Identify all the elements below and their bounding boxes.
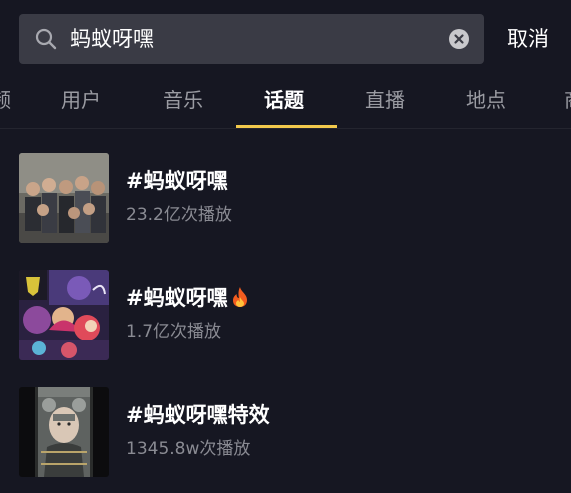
topic-thumbnail — [19, 153, 109, 243]
tab-products[interactable]: 商 — [564, 86, 571, 114]
tab-video[interactable]: 频 — [0, 86, 11, 114]
search-icon — [35, 28, 57, 50]
search-query-text[interactable]: 蚂蚁呀嘿 — [70, 25, 154, 53]
category-tabs: 频 用户 音乐 话题 直播 地点 商 — [0, 78, 571, 128]
search-results-page: 蚂蚁呀嘿 取消 频 用户 音乐 话题 直播 地点 商 — [0, 0, 571, 493]
tab-live[interactable]: 直播 — [365, 86, 405, 114]
tab-users[interactable]: 用户 — [61, 86, 101, 114]
topic-result-item[interactable]: #蚂蚁呀嘿特效 1345.8w次播放 — [19, 387, 559, 479]
topic-result-item[interactable]: #蚂蚁呀嘿 1.7亿次播放 — [19, 270, 559, 362]
tab-topics[interactable]: 话题 — [264, 86, 304, 114]
topic-play-count: 1345.8w次播放 — [126, 439, 251, 459]
fire-icon — [230, 286, 250, 308]
tab-music[interactable]: 音乐 — [163, 86, 203, 114]
cancel-button[interactable]: 取消 — [507, 25, 549, 53]
tab-places[interactable]: 地点 — [466, 86, 506, 114]
topic-play-count: 1.7亿次播放 — [126, 322, 222, 342]
topic-result-item[interactable]: #蚂蚁呀嘿 23.2亿次播放 — [19, 153, 559, 245]
topic-title: #蚂蚁呀嘿特效 — [126, 403, 270, 427]
topic-play-count: 23.2亿次播放 — [126, 205, 232, 225]
search-input[interactable]: 蚂蚁呀嘿 — [19, 14, 484, 64]
close-icon — [454, 34, 464, 44]
divider — [0, 128, 571, 129]
clear-search-button[interactable] — [449, 29, 469, 49]
topic-title: #蚂蚁呀嘿 — [126, 169, 228, 193]
topic-thumbnail — [19, 387, 109, 477]
search-header: 蚂蚁呀嘿 取消 — [0, 0, 571, 78]
topic-title: #蚂蚁呀嘿 — [126, 284, 250, 312]
topic-thumbnail — [19, 270, 109, 360]
